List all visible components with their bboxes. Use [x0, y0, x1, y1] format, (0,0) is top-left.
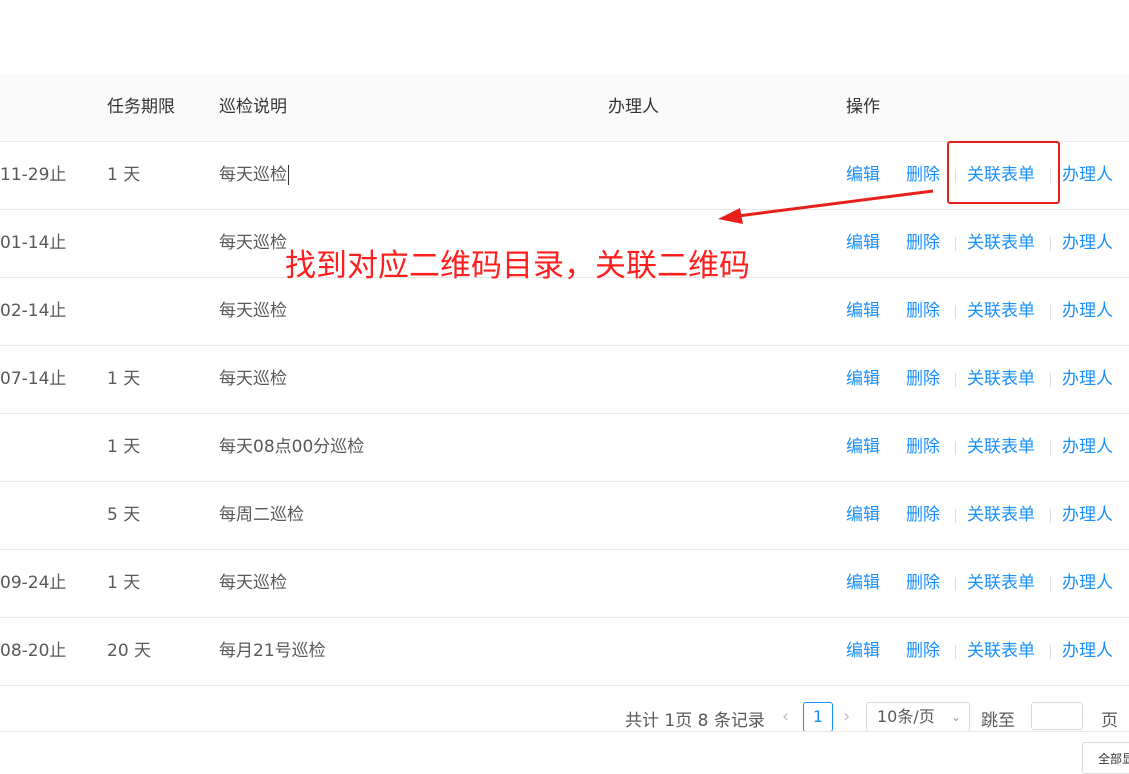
annotation-text: 找到对应二维码目录，关联二维码 [285, 248, 750, 284]
annotation-arrow [718, 189, 934, 224]
